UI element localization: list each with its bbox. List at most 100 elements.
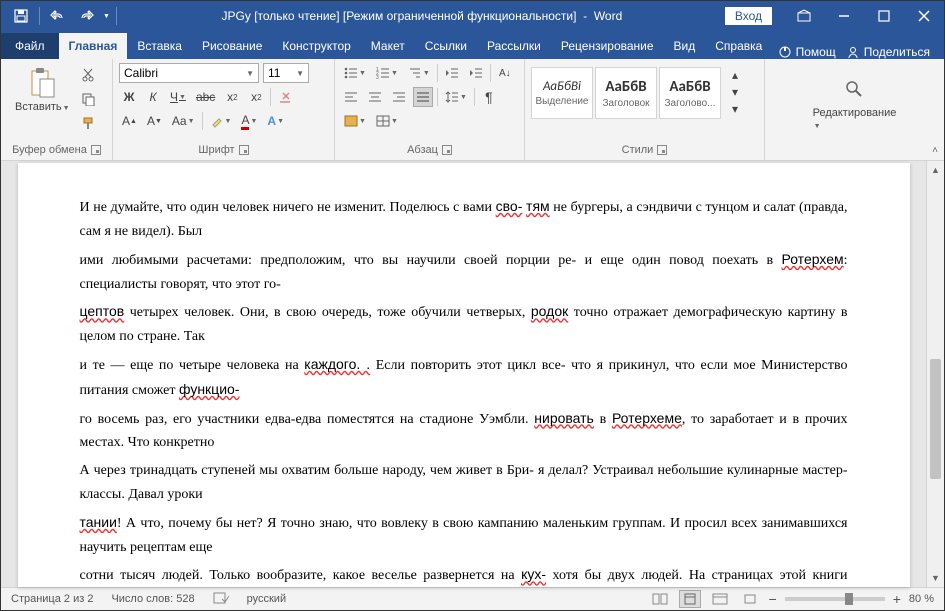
minimize-button[interactable] xyxy=(824,1,864,31)
paragraph-launcher[interactable] xyxy=(442,145,452,155)
text-effects-button[interactable]: A▼ xyxy=(264,111,287,131)
tab-макет[interactable]: Макет xyxy=(361,33,415,59)
zoom-out-button[interactable]: − xyxy=(769,591,777,607)
signin-button[interactable]: Вход xyxy=(725,7,772,25)
align-left-button[interactable] xyxy=(341,87,361,107)
ribbon-options-icon[interactable] xyxy=(784,1,824,31)
shading-button[interactable]: ▼ xyxy=(341,111,369,131)
qat-dropdown-icon[interactable]: ▼ xyxy=(103,13,110,20)
quick-access-toolbar: ▼ xyxy=(1,4,119,28)
page-indicator[interactable]: Страница 2 из 2 xyxy=(11,593,93,605)
print-layout-icon[interactable] xyxy=(679,590,701,608)
styles-row-down[interactable]: ▾ xyxy=(725,84,745,100)
decrease-indent-button[interactable] xyxy=(442,63,462,83)
tab-главная[interactable]: Главная xyxy=(59,33,128,59)
font-launcher[interactable] xyxy=(239,145,249,155)
word-count[interactable]: Число слов: 528 xyxy=(111,593,194,605)
zoom-in-button[interactable]: + xyxy=(893,591,901,607)
clipboard-launcher[interactable] xyxy=(91,145,101,155)
read-mode-icon[interactable] xyxy=(649,590,671,608)
show-marks-button[interactable]: ¶ xyxy=(479,87,499,107)
language-indicator[interactable]: русский xyxy=(247,593,286,605)
style-Заголовок[interactable]: АаБбВЗаголовок xyxy=(595,67,657,119)
paragraph: сотни тысяч людей. Только вообразите, ка… xyxy=(80,563,848,587)
paragraph: и те — еще по четыре человека на каждого… xyxy=(80,353,848,403)
undo-icon[interactable] xyxy=(46,4,70,28)
strikethrough-button[interactable]: abc xyxy=(193,87,218,107)
style-Выделение[interactable]: АаБбВіВыделение xyxy=(531,67,593,119)
document-page[interactable]: И не думайте, что один человек ничего не… xyxy=(18,163,910,587)
styles-row-up[interactable]: ▴ xyxy=(725,67,745,83)
shrink-font-button[interactable]: A▼ xyxy=(144,111,165,131)
paragraph: цептов четырех человек. Они, в свою очер… xyxy=(80,300,848,349)
redo-icon[interactable] xyxy=(74,4,98,28)
proofing-icon[interactable] xyxy=(213,591,229,608)
scroll-up-icon[interactable]: ▲ xyxy=(927,161,944,179)
justify-button[interactable] xyxy=(413,87,433,107)
paragraph: ими любимыми расчетами: предположим, что… xyxy=(80,248,848,297)
font-size-combo[interactable]: 11▼ xyxy=(263,63,309,83)
style-Заголово...[interactable]: АаБбВЗаголово... xyxy=(659,67,721,119)
line-spacing-button[interactable]: ▼ xyxy=(442,87,470,107)
share-button[interactable]: Поделиться xyxy=(846,45,930,59)
ribbon-tabs: Файл ГлавнаяВставкаРисованиеКонструкторМ… xyxy=(1,31,944,59)
tab-справка[interactable]: Справка xyxy=(705,33,772,59)
styles-launcher[interactable] xyxy=(657,145,667,155)
highlight-button[interactable]: ▼ xyxy=(207,111,235,131)
tell-me-button[interactable]: Помощ xyxy=(778,45,836,59)
subscript-button[interactable]: x2 xyxy=(222,87,242,107)
close-button[interactable] xyxy=(904,1,944,31)
save-icon[interactable] xyxy=(9,4,33,28)
scroll-thumb[interactable] xyxy=(930,359,941,479)
group-editing: Редактирование▼ xyxy=(765,59,944,160)
title-bar: ▼ JPGy [только чтение] [Режим ограниченн… xyxy=(1,1,944,31)
cut-icon[interactable] xyxy=(78,65,98,85)
group-paragraph: ▼ 123▼ ▼ A↓ ▼ ¶ xyxy=(335,59,525,160)
underline-button[interactable]: Ч▼ xyxy=(167,87,189,107)
bold-button[interactable]: Ж xyxy=(119,87,139,107)
paste-button[interactable]: Вставить▼ xyxy=(7,63,78,117)
clear-format-icon[interactable] xyxy=(275,87,295,107)
italic-button[interactable]: К xyxy=(143,87,163,107)
group-clipboard: Вставить▼ Буфер обмена xyxy=(1,59,113,160)
styles-expand[interactable]: ▾ xyxy=(725,101,745,117)
format-painter-icon[interactable] xyxy=(78,113,98,133)
align-right-button[interactable] xyxy=(389,87,409,107)
tab-рисование[interactable]: Рисование xyxy=(192,33,272,59)
editing-button[interactable]: Редактирование▼ xyxy=(805,69,905,135)
tab-file[interactable]: Файл xyxy=(1,33,59,59)
zoom-level[interactable]: 80 % xyxy=(909,593,934,605)
scroll-down-icon[interactable]: ▼ xyxy=(927,569,944,587)
copy-icon[interactable] xyxy=(78,89,98,109)
align-center-button[interactable] xyxy=(365,87,385,107)
borders-button[interactable]: ▼ xyxy=(373,111,401,131)
tab-конструктор[interactable]: Конструктор xyxy=(272,33,360,59)
zoom-slider[interactable] xyxy=(785,597,885,601)
tab-рассылки[interactable]: Рассылки xyxy=(477,33,551,59)
paragraph: го восемь раз, его участники едва-едва п… xyxy=(80,407,848,456)
sort-button[interactable]: A↓ xyxy=(495,63,515,83)
ribbon: Вставить▼ Буфер обмена Calibri▼ 11▼ Ж xyxy=(1,59,944,161)
numbering-button[interactable]: 123▼ xyxy=(373,63,401,83)
svg-text:3: 3 xyxy=(376,75,379,79)
vertical-scrollbar[interactable]: ▲ ▼ xyxy=(926,161,944,587)
paragraph: И не думайте, что один человек ничего не… xyxy=(80,195,848,244)
maximize-button[interactable] xyxy=(864,1,904,31)
increase-indent-button[interactable] xyxy=(466,63,486,83)
collapse-ribbon-icon[interactable]: ˄ xyxy=(928,143,942,158)
web-layout-icon[interactable] xyxy=(709,590,731,608)
group-font: Calibri▼ 11▼ Ж К Ч▼ abc x2 x2 A▲ A▼ Aa▼ xyxy=(113,59,335,160)
tab-вставка[interactable]: Вставка xyxy=(127,33,192,59)
paragraph: А через тринадцать ступеней мы охватим б… xyxy=(80,459,848,507)
tab-рецензирование[interactable]: Рецензирование xyxy=(551,33,664,59)
focus-mode-icon[interactable] xyxy=(739,590,761,608)
font-name-combo[interactable]: Calibri▼ xyxy=(119,63,259,83)
multilevel-list-button[interactable]: ▼ xyxy=(405,63,433,83)
change-case-button[interactable]: Aa▼ xyxy=(169,111,198,131)
superscript-button[interactable]: x2 xyxy=(246,87,266,107)
font-color-button[interactable]: A▼ xyxy=(238,111,260,131)
tab-вид[interactable]: Вид xyxy=(664,33,706,59)
grow-font-button[interactable]: A▲ xyxy=(119,111,140,131)
tab-ссылки[interactable]: Ссылки xyxy=(415,33,477,59)
bullets-button[interactable]: ▼ xyxy=(341,63,369,83)
